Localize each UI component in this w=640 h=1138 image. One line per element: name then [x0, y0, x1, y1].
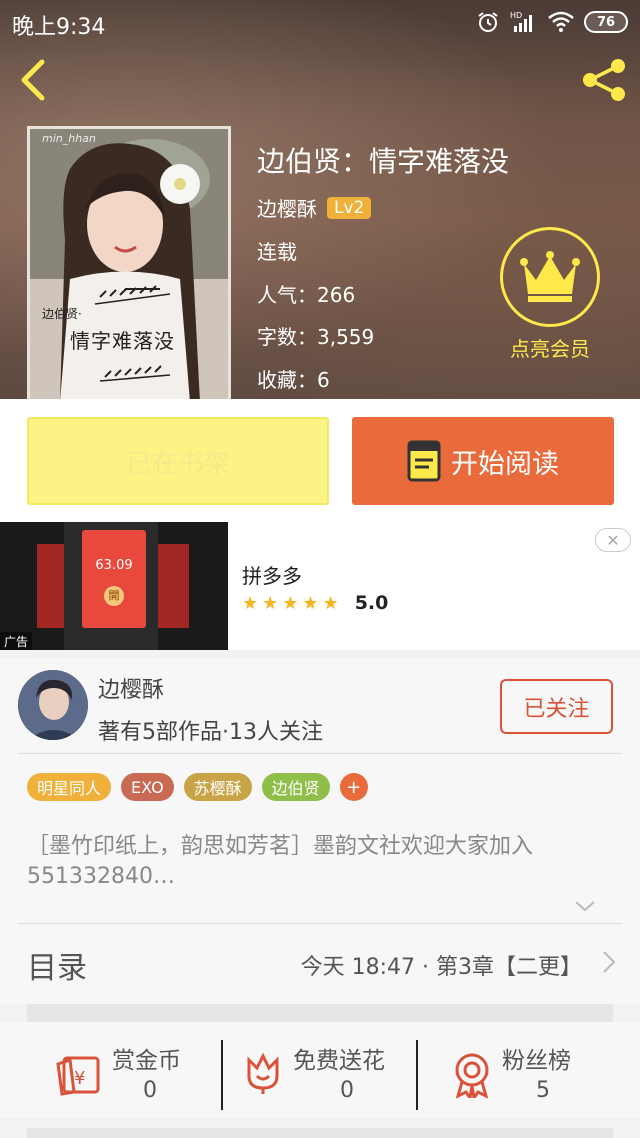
- vip-button[interactable]: [500, 227, 600, 327]
- ad-image: 63.09 開 广告: [0, 522, 228, 650]
- add-tag-button[interactable]: +: [339, 773, 368, 801]
- status-bar: 晚上9:34 HD 76: [0, 0, 640, 44]
- star-icon: ★: [262, 592, 279, 614]
- star-icon: ★: [282, 592, 299, 614]
- chevron-down-icon: [575, 901, 595, 912]
- tag-item[interactable]: 苏樱酥: [183, 773, 252, 801]
- chevron-right-icon: [603, 951, 616, 973]
- reward-coins-button[interactable]: ¥ 赏金币 0: [56, 1038, 256, 1118]
- signal-icon: HD: [510, 11, 532, 32]
- ad-tag: 广告: [0, 632, 33, 650]
- star-icon: ★: [242, 592, 259, 614]
- avatar-image: [18, 670, 88, 740]
- flowers-value: 0: [340, 1078, 354, 1103]
- book-title: 边伯贤：情字难落没: [257, 145, 510, 178]
- red-envelope-icon: ¥: [56, 1056, 100, 1096]
- crown-icon: [520, 251, 580, 302]
- tag-item[interactable]: EXO: [121, 773, 174, 801]
- book-popularity: 人气：266: [257, 283, 356, 307]
- back-button[interactable]: [14, 58, 54, 102]
- battery-indicator: 76: [584, 11, 628, 33]
- flowers-label: 免费送花: [293, 1048, 385, 1074]
- ad-red-packet: [82, 530, 146, 628]
- stat-divider: [416, 1040, 418, 1110]
- star-icon: ★: [322, 592, 339, 614]
- author-name[interactable]: 边樱酥: [98, 672, 164, 704]
- share-icon: [583, 59, 625, 101]
- cover-illustration: [30, 129, 228, 399]
- cover-author-text: 边伯贤·: [42, 307, 82, 321]
- avatar[interactable]: [18, 670, 88, 740]
- svg-text:HD: HD: [510, 11, 522, 20]
- cover-title-text: 情字难落没: [70, 329, 175, 353]
- vip-label[interactable]: 点亮会员: [500, 333, 600, 362]
- book-word-count: 字数：3,559: [257, 325, 375, 349]
- table-of-contents-row[interactable]: 目录 今天 18:47 · 第3章【二更】: [0, 923, 640, 1003]
- cover-watermark: min_hhan: [42, 132, 96, 145]
- start-reading-button[interactable]: 开始阅读: [352, 417, 614, 505]
- fans-label: 粉丝榜: [502, 1048, 571, 1074]
- divider: [18, 753, 622, 754]
- ad-open-icon: 開: [104, 586, 124, 606]
- section-separator: [27, 1004, 613, 1022]
- ad-banner[interactable]: 63.09 開 广告 拼多多 ★ ★ ★ ★ ★ 5.0 ✕: [0, 522, 640, 650]
- book-author[interactable]: 边樱酥: [257, 193, 317, 222]
- book-cover[interactable]: min_hhan 边伯贤· 情字难落没: [27, 126, 231, 399]
- reward-value: 0: [143, 1078, 157, 1103]
- action-buttons: 已在书架 开始阅读: [0, 399, 640, 522]
- status-time: 晚上9:34: [12, 15, 106, 40]
- ribbon-medal-icon: [455, 1053, 489, 1098]
- reward-label: 赏金币: [112, 1048, 181, 1074]
- start-reading-label: 开始阅读: [451, 448, 559, 480]
- ad-title: 拼多多: [242, 564, 302, 588]
- wifi-icon: [548, 11, 574, 32]
- back-arrow-icon: [21, 59, 45, 101]
- on-shelf-button[interactable]: 已在书架: [27, 417, 329, 505]
- ad-amount: 63.09: [95, 558, 133, 573]
- ad-rating-value: 5.0: [354, 592, 389, 614]
- author-summary: 著有5部作品·13人关注: [98, 720, 323, 745]
- book-icon: [407, 440, 441, 482]
- share-button[interactable]: [580, 56, 628, 104]
- follow-button[interactable]: 已关注: [500, 679, 613, 734]
- latest-chapter: 今天 18:47 · 第3章【二更】: [300, 955, 582, 980]
- flower-icon: [247, 1052, 279, 1094]
- tag-item[interactable]: 边伯贤: [261, 773, 330, 801]
- expand-button[interactable]: [574, 898, 596, 917]
- interaction-bar: ¥ 赏金币 0 免费送花 0 粉丝榜 5: [0, 1022, 640, 1118]
- book-status: 连载: [257, 240, 297, 264]
- stat-divider: [221, 1040, 223, 1110]
- bottom-separator: [27, 1128, 613, 1138]
- close-icon: ✕: [606, 530, 620, 550]
- ad-close-button[interactable]: ✕: [595, 528, 631, 552]
- author-section: 边樱酥 著有5部作品·13人关注 已关注 明星同人 EXO 苏樱酥 边伯贤 + …: [0, 658, 640, 1004]
- book-description: ［墨竹印纸上，韵思如芳茗］墨韵文社欢迎大家加入551332840…: [27, 834, 534, 889]
- fan-ranking-button[interactable]: 粉丝榜 5: [450, 1038, 640, 1118]
- tag-item[interactable]: 明星同人: [27, 773, 112, 801]
- level-badge: Lv2: [327, 196, 372, 219]
- tag-list: 明星同人 EXO 苏樱酥 边伯贤 +: [27, 773, 368, 801]
- book-detail-page: 晚上9:34 HD 76 min_hhan 边伯贤· 情字难落没 边伯贤：情字难…: [0, 0, 640, 1138]
- ad-rating: ★ ★ ★ ★ ★ 5.0: [242, 592, 388, 614]
- book-favorites: 收藏：6: [257, 368, 330, 392]
- svg-text:¥: ¥: [74, 1068, 85, 1089]
- free-flowers-button[interactable]: 免费送花 0: [243, 1038, 443, 1118]
- status-icons: HD 76: [476, 8, 628, 36]
- toc-label: 目录: [27, 951, 87, 986]
- fans-value: 5: [536, 1078, 550, 1103]
- author-row: 边樱酥 Lv2: [257, 193, 372, 222]
- star-icon: ★: [302, 592, 319, 614]
- alarm-icon: [478, 12, 498, 32]
- book-header: 晚上9:34 HD 76 min_hhan 边伯贤· 情字难落没 边伯贤：情字难…: [0, 0, 640, 399]
